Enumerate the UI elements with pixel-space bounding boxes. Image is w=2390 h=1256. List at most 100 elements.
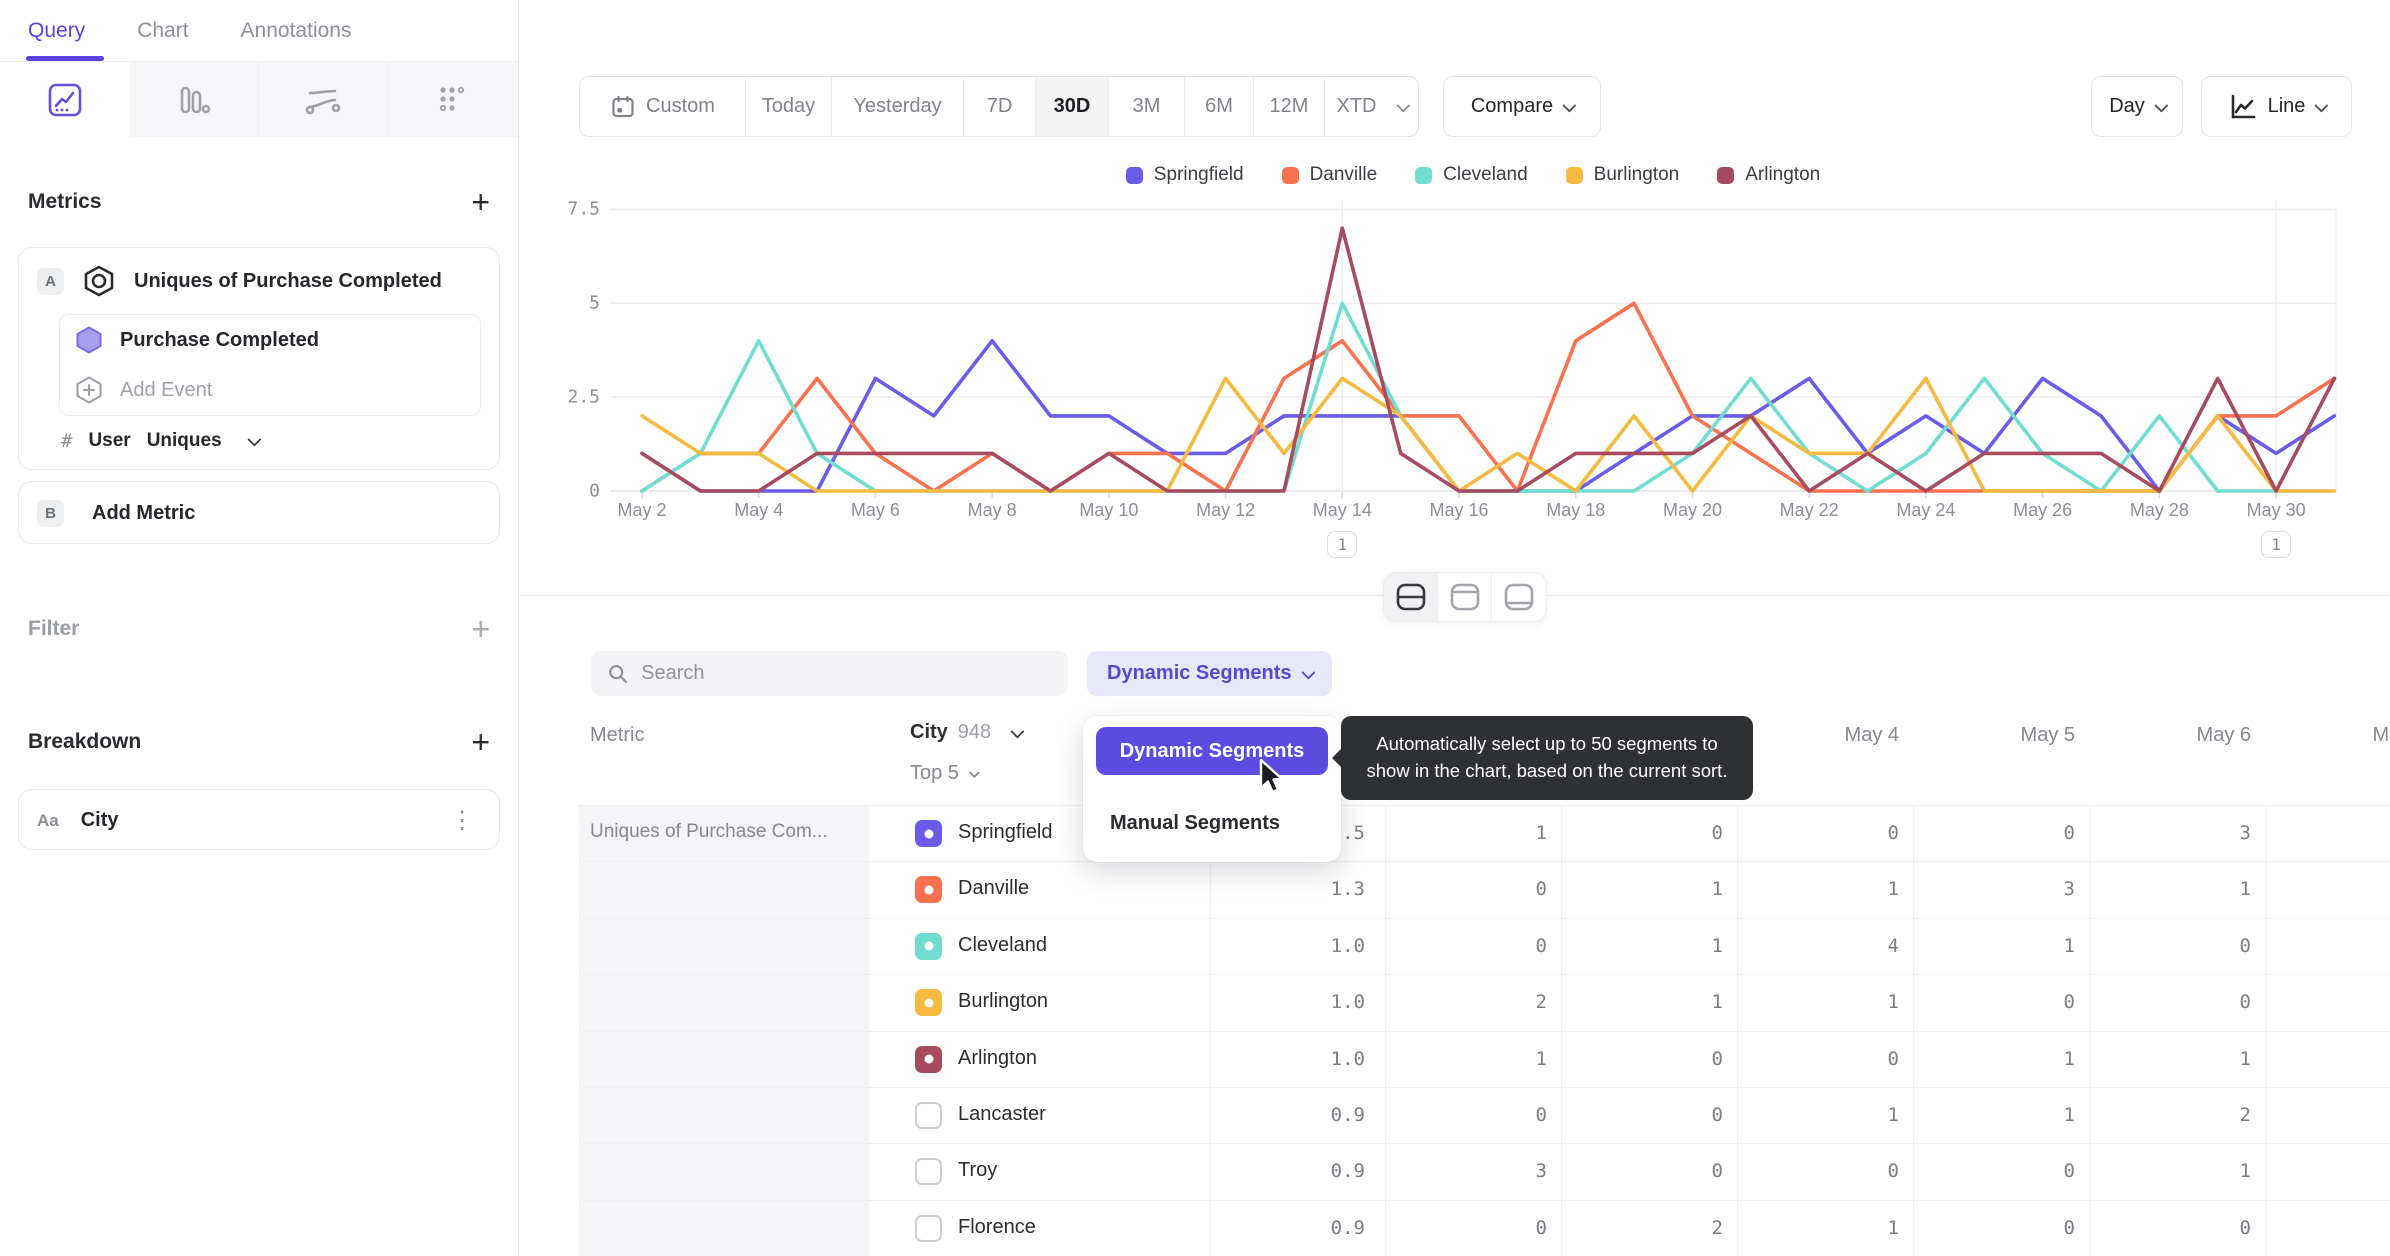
x-axis-tick: May 8 [967,500,1017,520]
range-label: Today [761,95,816,117]
date-range-control: Custom Today Yesterday 7D 30D 3M 6M 12M XTD [579,76,1419,137]
avg-value: 0.9 [1330,1104,1365,1126]
compare-button[interactable]: Compare [1443,76,1601,137]
cell-value: 1 [2239,878,2251,901]
segment-checkbox[interactable] [915,1158,942,1186]
cell-value: 0 [2239,934,2251,957]
add-filter-plus-button[interactable]: + [471,613,490,645]
annotation-badge[interactable]: 1 [1327,531,1358,558]
range-today-button[interactable]: Today [746,77,832,136]
segments-mode-label: Dynamic Segments [1107,662,1292,684]
segment-checkbox[interactable] [915,820,942,847]
metric-letter-badge: A [37,267,64,295]
x-axis-tick: May 4 [734,500,784,520]
measure-user-label: User [88,430,131,451]
range-custom-button[interactable]: Custom [580,77,746,136]
y-axis-tick: 0 [589,480,600,502]
tab-chart[interactable]: Chart [137,19,188,43]
breakdown-city-card[interactable]: Aa City ⋮ [18,789,500,850]
x-axis-tick: May 18 [1546,500,1606,520]
range-30d-button[interactable]: 30D [1036,77,1109,136]
layout-bottom-button[interactable] [1492,573,1546,621]
x-axis-tick: May 30 [2246,500,2306,520]
layout-top-button[interactable] [1438,573,1492,621]
layout-split-button[interactable] [1384,573,1438,621]
col-header-date: May 7 [2372,724,2390,746]
bottom-panel-icon [1504,583,1534,611]
measure-selector[interactable]: # User Uniques [61,430,262,452]
metric-card-b[interactable]: B Add Metric [18,481,500,544]
event-hexagon-icon [76,326,102,354]
add-event-row[interactable]: Add Event [60,365,480,415]
segment-checkbox[interactable] [915,1214,942,1242]
add-breakdown-plus-button[interactable]: + [471,726,490,758]
cell-value: 1 [2063,934,2075,957]
metrics-heading: Metrics [28,190,102,213]
series-burlington [640,376,2337,493]
granularity-button[interactable]: Day [2091,76,2183,137]
segment-name: Troy [958,1159,998,1182]
chart-type-grid-button[interactable] [388,62,518,137]
cell-value: 0 [1711,1104,1723,1126]
x-axis-tick: May 14 [1312,500,1372,520]
segments-mode-button[interactable]: Dynamic Segments [1087,651,1332,696]
search-input[interactable] [641,662,1052,685]
col-header-metric: Metric [590,724,645,746]
dynamic-segments-tooltip: Automatically select up to 50 segments t… [1332,716,1753,800]
segment-checkbox[interactable] [915,876,942,904]
range-7d-button[interactable]: 7D [964,77,1036,136]
top-n-selector[interactable]: Top 5 [910,762,981,785]
add-metric-plus-button[interactable]: + [471,186,490,218]
menu-item-manual-segments[interactable]: Manual Segments [1110,812,1280,835]
annotation-badge[interactable]: 1 [2261,531,2292,558]
flow-chart-icon [305,89,341,114]
segment-name: Danville [958,877,1030,900]
divider [579,1199,2390,1201]
y-axis-tick: 2.5 [567,386,600,408]
cell-value: 1 [1887,1104,1899,1126]
divider [579,974,2390,976]
event-row[interactable]: Purchase Completed [60,315,480,365]
divider [579,861,2390,863]
dot-grid-icon [440,86,465,111]
cell-value: 1 [2239,1047,2251,1070]
cell-value: 2 [1535,991,1547,1014]
chart-type-flow-button[interactable] [259,62,389,137]
cell-value: 0 [1887,822,1899,844]
segment-checkbox[interactable] [915,932,942,960]
range-6m-button[interactable]: 6M [1185,77,1254,136]
chart-type-bar-button[interactable] [129,62,259,137]
range-label: 3M [1132,95,1161,117]
segment-name: Springfield [958,821,1053,843]
chart-style-button[interactable]: Line [2201,76,2352,137]
segment-checkbox[interactable] [915,1045,942,1073]
tab-annotations[interactable]: Annotations [241,19,352,43]
range-12m-button[interactable]: 12M [1254,77,1325,136]
range-3m-button[interactable]: 3M [1109,77,1185,136]
cell-value: 0 [1887,1047,1899,1070]
col-header-city[interactable]: City 948 [910,721,1025,744]
segment-name: Burlington [958,990,1049,1013]
hash-icon: # [61,430,73,452]
menu-item-dynamic-segments[interactable]: Dynamic Segments [1096,727,1328,775]
chevron-down-icon [246,432,262,447]
metric-card-a[interactable]: A Uniques of Purchase Completed Purchase… [18,247,500,470]
x-axis-tick: May 16 [1429,500,1489,520]
tab-query[interactable]: Query [28,19,85,43]
avg-value: 1.0 [1330,991,1365,1014]
range-xtd-button[interactable]: XTD [1325,77,1418,136]
segment-name: Arlington [958,1046,1037,1069]
segment-checkbox[interactable] [915,1102,942,1129]
col-header-date: May 4 [1844,724,1899,746]
line-chart[interactable] [518,140,2390,560]
cell-value: 4 [1887,934,1899,957]
add-metric-label: Add Metric [92,502,196,524]
segment-checkbox[interactable] [915,989,942,1017]
tooltip-text: Automatically select up to 50 segments t… [1366,733,1728,781]
kebab-menu-icon[interactable]: ⋮ [450,806,475,835]
range-yesterday-button[interactable]: Yesterday [832,77,964,136]
cell-value: 2 [1711,1216,1723,1239]
range-label: 12M [1269,95,1309,117]
chart-style-label: Line [2267,95,2306,117]
chart-type-segmentation-button[interactable] [0,62,130,137]
